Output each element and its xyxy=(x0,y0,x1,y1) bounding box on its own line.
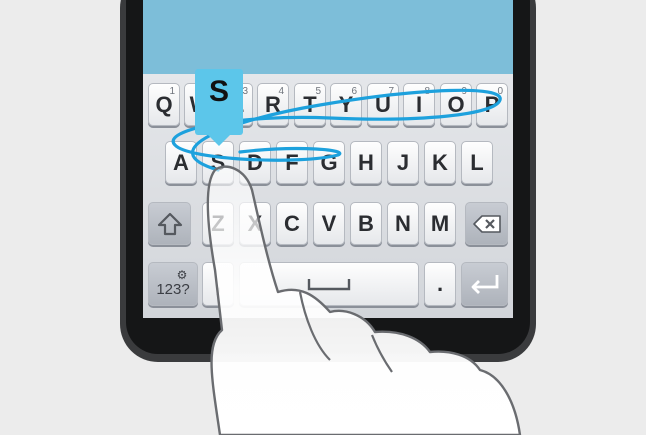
hand-pointer-icon xyxy=(206,165,522,435)
